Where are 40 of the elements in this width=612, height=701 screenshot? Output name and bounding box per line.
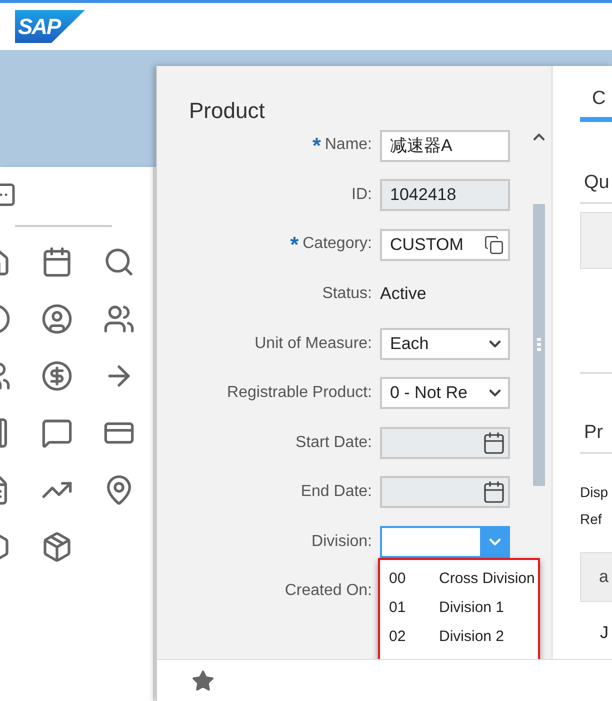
package-icon[interactable] — [41, 530, 73, 562]
field-label: ID: — [350, 186, 372, 204]
dollar-icon[interactable] — [41, 360, 73, 392]
date-field[interactable] — [380, 476, 510, 508]
text-line: Ref — [580, 510, 603, 529]
status-value: Active — [380, 284, 426, 304]
field-label: End Date: — [300, 483, 372, 502]
text-line: Disp — [580, 483, 610, 502]
field-label: Created On: — [284, 582, 372, 600]
calendar-icon[interactable] — [41, 246, 73, 278]
category-input[interactable]: CUSTOM — [380, 228, 510, 261]
name-input[interactable]: 减速器A — [380, 130, 510, 162]
scrollbar[interactable] — [533, 204, 545, 486]
sap-logo: SAP — [15, 10, 85, 43]
section-heading: Qu — [580, 154, 612, 204]
search-icon[interactable] — [103, 246, 135, 278]
select-field[interactable]: Each — [380, 328, 510, 360]
people-list-icon[interactable] — [103, 302, 135, 334]
dialog-title: Product — [188, 97, 266, 125]
field-label: Unit of Measure: — [254, 334, 372, 353]
field-label: Status: — [321, 285, 372, 304]
section-heading: Pr — [580, 404, 612, 454]
user-icon[interactable] — [41, 302, 73, 334]
select-field[interactable]: 0 - Not Re — [380, 377, 510, 410]
empty-panel — [580, 212, 612, 269]
value-help-icon[interactable] — [484, 234, 504, 255]
dropdown-option[interactable]: 01 Division 1 — [389, 592, 532, 622]
field-label: Division: — [310, 532, 372, 551]
table-cell-text: J — [599, 622, 610, 644]
tab[interactable]: C — [580, 88, 612, 122]
id-field: 1042418 — [380, 179, 510, 212]
date-field[interactable] — [380, 426, 510, 459]
calendar-icon[interactable] — [482, 430, 506, 455]
star-icon[interactable] — [191, 668, 215, 692]
dropdown-option[interactable]: 02 Division 2 — [389, 622, 532, 651]
table-header: a — [580, 552, 612, 602]
dropdown-option[interactable]: 00 Cross Division — [389, 564, 532, 593]
field-label: Registrable Product: — [226, 384, 372, 402]
field-label: Start Date: — [294, 434, 372, 452]
calendar-icon[interactable] — [482, 480, 506, 504]
